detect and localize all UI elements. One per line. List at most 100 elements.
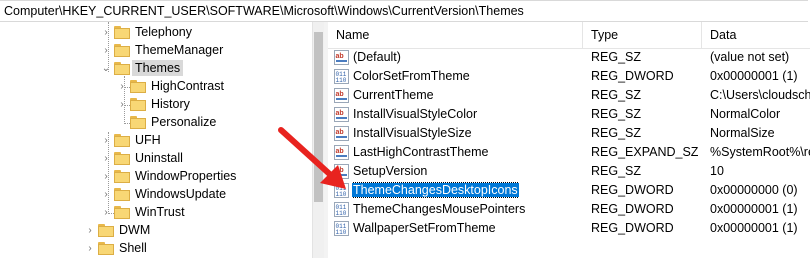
value-data: C:\Users\cloudscho (710, 88, 810, 102)
tree-item-label: HighContrast (151, 79, 224, 93)
chevron-right-icon[interactable]: › (84, 221, 96, 239)
chevron-right-icon[interactable]: › (100, 41, 112, 59)
value-name-text: LastHighContrastTheme (353, 145, 489, 159)
value-row[interactable]: 011 110 ColorSetFromTheme REG_DWORD 0x000000… (328, 67, 810, 86)
chevron-right-icon[interactable]: › (100, 149, 112, 167)
value-name: ThemeChangesDesktopIcons (352, 181, 519, 200)
tree-item-dwm[interactable]: › DWM (84, 221, 153, 239)
svg-text:ab: ab (336, 91, 344, 98)
tree-item-highcontrast[interactable]: › HighContrast (116, 77, 227, 95)
chevron-right-icon[interactable]: › (116, 95, 128, 113)
value-type: REG_SZ (591, 88, 642, 102)
value-data: %SystemRoot%\res (710, 145, 810, 159)
value-row[interactable]: ab SetupVersion REG_SZ 10 (328, 162, 810, 181)
tree-item-shell[interactable]: › Shell (84, 239, 150, 257)
value-type: REG_DWORD (591, 183, 674, 197)
tree-item-label: Personalize (151, 115, 217, 129)
folder-icon (114, 43, 130, 57)
binary-value-icon: 011110 (334, 202, 349, 217)
tree-item-label: Shell (119, 241, 147, 255)
tree-item-wintrust[interactable]: › WinTrust (100, 203, 188, 221)
folder-icon (114, 187, 130, 201)
folder-icon (130, 115, 146, 129)
value-name-text: SetupVersion (353, 164, 428, 178)
value-row[interactable]: 011 110 ThemeChangesMousePointers REG_DWORD… (328, 200, 810, 219)
folder-icon (114, 133, 130, 147)
svg-text:ab: ab (336, 53, 344, 60)
string-value-icon: ab (334, 145, 349, 160)
value-name: (Default) (352, 48, 402, 67)
svg-text:110: 110 (336, 229, 347, 236)
tree-item-personalize[interactable]: Personalize (116, 113, 219, 131)
chevron-right-icon[interactable]: › (100, 23, 112, 41)
value-name-text: ThemeChangesMousePointers (353, 202, 526, 216)
binary-value-icon: 011110 (334, 69, 349, 84)
value-data: 0x00000001 (1) (710, 221, 798, 235)
tree-item-ufh[interactable]: › UFH (100, 131, 164, 149)
chevron-right-icon[interactable]: › (100, 203, 112, 221)
folder-icon (98, 223, 114, 237)
tree-item-thememanager[interactable]: › ThemeManager (100, 41, 226, 59)
chevron-right-icon[interactable]: › (84, 239, 96, 257)
value-name-text: WallpaperSetFromTheme (353, 221, 496, 235)
value-row[interactable]: ab CurrentTheme REG_SZ C:\Users\cloudscho (328, 86, 810, 105)
address-bar[interactable]: Computer\HKEY_CURRENT_USER\SOFTWARE\Micr… (0, 0, 808, 22)
chevron-down-icon[interactable]: ⌄ (100, 59, 112, 77)
chevron-right-icon[interactable]: › (100, 167, 112, 185)
tree-item-label: Uninstall (135, 151, 183, 165)
value-type: REG_DWORD (591, 221, 674, 235)
string-value-icon: ab (334, 126, 349, 141)
value-data: 0x00000000 (0) (710, 183, 798, 197)
value-data: 0x00000001 (1) (710, 202, 798, 216)
column-header-data[interactable]: Data (702, 22, 736, 48)
svg-text:110: 110 (336, 77, 347, 84)
tree-item-label: ThemeManager (135, 43, 224, 57)
value-row[interactable]: 011 110 ThemeChangesDesktopIcons REG_DWORD 0… (328, 181, 810, 200)
value-row[interactable]: ab InstallVisualStyleColor REG_SZ NormalCol… (328, 105, 810, 124)
value-name-text: InstallVisualStyleSize (353, 126, 472, 140)
value-name: LastHighContrastTheme (352, 143, 489, 162)
values-list: Name Type Data ab (Default) REG_SZ (value n… (328, 22, 810, 258)
chevron-right-icon[interactable]: › (116, 77, 128, 95)
tree-item-history[interactable]: › History (116, 95, 193, 113)
folder-icon (130, 79, 146, 93)
value-row[interactable]: ab InstallVisualStyleSize REG_SZ NormalSize (328, 124, 810, 143)
key-tree: › Telephony › ThemeManager ⌄ Themes › Hi… (0, 22, 312, 258)
value-name: InstallVisualStyleSize (352, 124, 473, 143)
value-row[interactable]: 011 110 WallpaperSetFromTheme REG_DWORD 0x00… (328, 219, 810, 238)
tree-item-windowsupdate[interactable]: › WindowsUpdate (100, 185, 229, 203)
tree-item-telephony[interactable]: › Telephony (100, 23, 195, 41)
tree-item-themes[interactable]: ⌄ Themes (100, 59, 184, 77)
svg-text:110: 110 (336, 191, 347, 198)
string-value-icon: ab (334, 88, 349, 103)
folder-icon (130, 97, 146, 111)
folder-icon (98, 241, 114, 255)
chevron-right-icon[interactable]: › (100, 185, 112, 203)
folder-icon (114, 25, 130, 39)
string-value-icon: ab (334, 164, 349, 179)
value-row[interactable]: ab (Default) REG_SZ (value not set) (328, 48, 810, 67)
binary-value-icon: 011110 (334, 183, 349, 198)
tree-item-label: UFH (135, 133, 161, 147)
tree-item-label: Telephony (135, 25, 192, 39)
value-row[interactable]: ab LastHighContrastTheme REG_EXPAND_SZ %Sys… (328, 143, 810, 162)
tree-item-label: WindowsUpdate (135, 187, 227, 201)
chevron-right-icon[interactable]: › (100, 131, 112, 149)
value-data: NormalColor (710, 107, 781, 121)
scrollbar-thumb[interactable] (314, 32, 323, 202)
open-folder-icon (114, 61, 130, 75)
tree-item-uninstall[interactable]: › Uninstall (100, 149, 186, 167)
value-type: REG_EXPAND_SZ (591, 145, 699, 159)
value-type: REG_SZ (591, 50, 642, 64)
column-header-row: Name Type Data (328, 22, 810, 49)
column-header-name[interactable]: Name (328, 22, 369, 48)
column-header-type[interactable]: Type (583, 22, 618, 48)
value-data: (value not set) (710, 50, 790, 64)
value-name: ColorSetFromTheme (352, 67, 471, 86)
value-name-text: ThemeChangesDesktopIcons (352, 182, 519, 198)
tree-item-windowproperties[interactable]: › WindowProperties (100, 167, 239, 185)
value-type: REG_SZ (591, 107, 642, 121)
value-name-text: InstallVisualStyleColor (353, 107, 478, 121)
value-type: REG_SZ (591, 164, 642, 178)
value-data: 0x00000001 (1) (710, 69, 798, 83)
